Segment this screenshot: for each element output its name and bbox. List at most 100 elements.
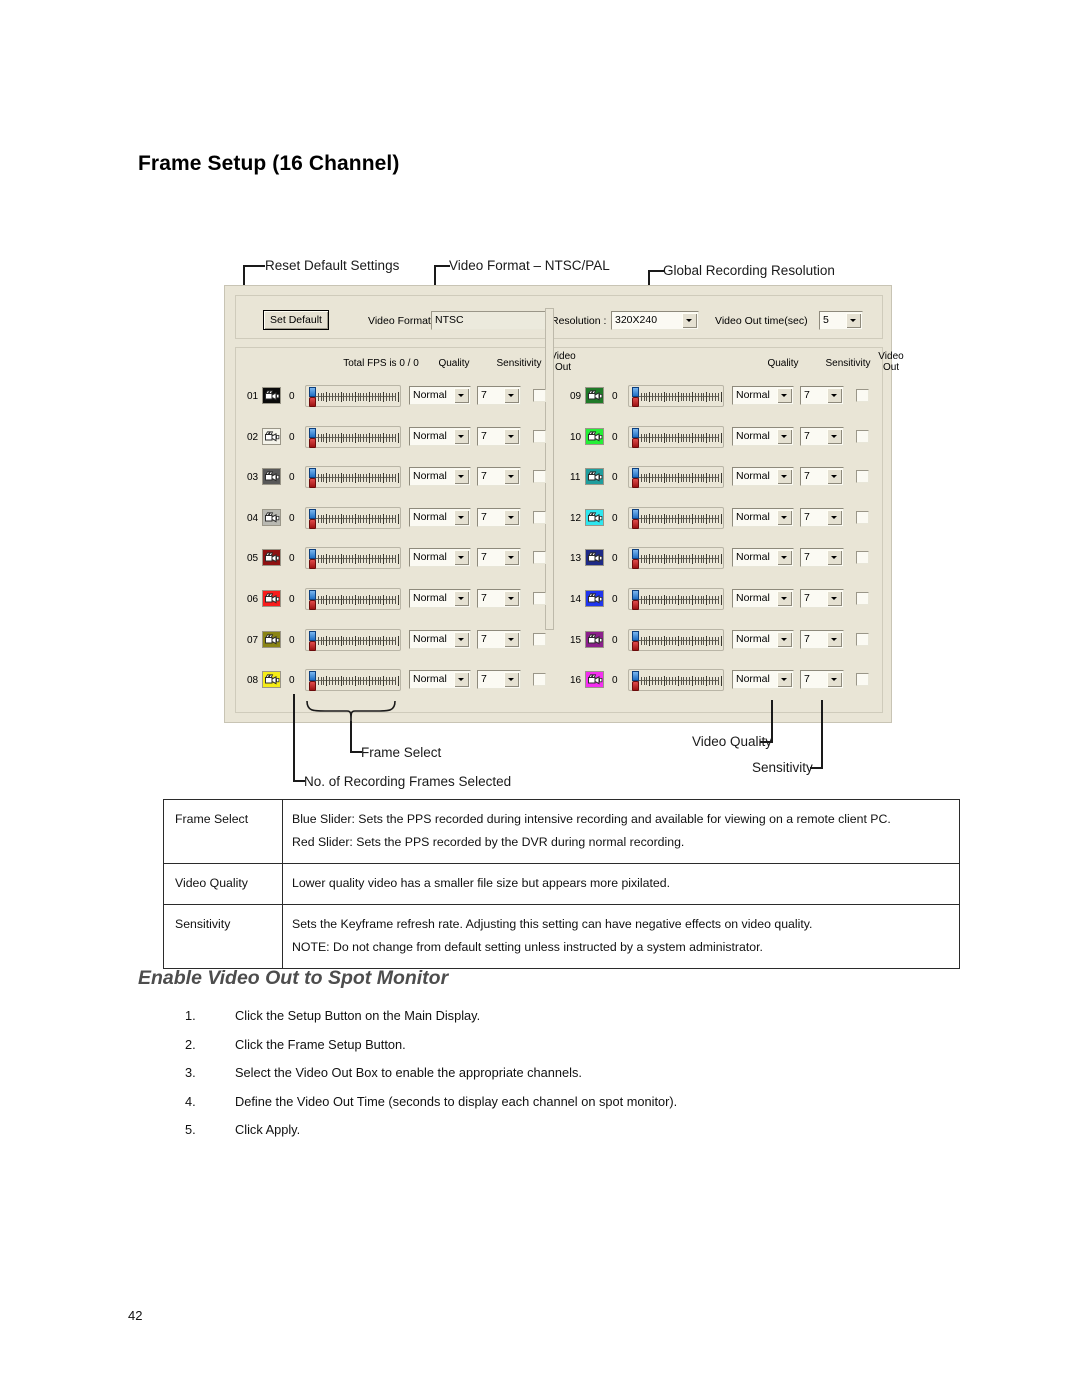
sensitivity-dropdown[interactable]: 7 bbox=[800, 426, 844, 446]
video-out-checkbox[interactable] bbox=[856, 592, 869, 605]
sensitivity-dropdown[interactable]: 7 bbox=[477, 548, 521, 568]
quality-dropdown[interactable]: Normal bbox=[409, 548, 471, 568]
quality-dropdown[interactable]: Normal bbox=[409, 629, 471, 649]
chevron-down-icon[interactable] bbox=[504, 550, 519, 566]
camera-icon[interactable] bbox=[585, 508, 604, 526]
quality-dropdown[interactable]: Normal bbox=[732, 426, 794, 446]
chevron-down-icon[interactable] bbox=[504, 672, 519, 688]
sensitivity-dropdown[interactable]: 7 bbox=[477, 629, 521, 649]
camera-icon[interactable] bbox=[262, 427, 281, 445]
slider-thumb-blue[interactable] bbox=[309, 549, 316, 560]
quality-dropdown[interactable]: Normal bbox=[732, 670, 794, 690]
slider-thumb-blue[interactable] bbox=[632, 427, 639, 438]
camera-icon[interactable] bbox=[262, 468, 281, 486]
video-out-checkbox[interactable] bbox=[533, 632, 546, 646]
camera-icon[interactable] bbox=[262, 508, 281, 526]
sensitivity-dropdown[interactable]: 7 bbox=[477, 386, 521, 405]
chevron-down-icon[interactable] bbox=[504, 469, 519, 485]
camera-icon[interactable] bbox=[585, 630, 604, 648]
chevron-down-icon[interactable] bbox=[504, 428, 519, 444]
slider-thumb-blue[interactable] bbox=[309, 427, 316, 438]
chevron-down-icon[interactable] bbox=[777, 469, 792, 485]
sensitivity-dropdown[interactable]: 7 bbox=[477, 426, 521, 446]
chevron-down-icon[interactable] bbox=[504, 631, 519, 647]
slider-thumb-blue[interactable] bbox=[309, 468, 316, 479]
frame-select-slider[interactable] bbox=[628, 669, 724, 692]
quality-dropdown[interactable]: Normal bbox=[409, 467, 471, 487]
video-out-checkbox[interactable] bbox=[856, 510, 869, 524]
frame-select-slider[interactable] bbox=[305, 669, 401, 692]
slider-thumb-blue[interactable] bbox=[309, 671, 316, 682]
chevron-down-icon[interactable] bbox=[777, 388, 792, 403]
frame-select-slider[interactable] bbox=[628, 506, 724, 529]
quality-dropdown[interactable]: Normal bbox=[409, 507, 471, 527]
sensitivity-dropdown[interactable]: 7 bbox=[800, 386, 844, 405]
video-out-checkbox[interactable] bbox=[533, 470, 546, 484]
chevron-down-icon[interactable] bbox=[777, 550, 792, 566]
camera-icon[interactable] bbox=[585, 387, 604, 404]
sensitivity-dropdown[interactable]: 7 bbox=[477, 507, 521, 527]
video-out-checkbox[interactable] bbox=[856, 470, 869, 484]
slider-thumb-red[interactable] bbox=[632, 559, 639, 570]
camera-icon[interactable] bbox=[262, 387, 281, 404]
slider-thumb-red[interactable] bbox=[309, 600, 316, 610]
slider-thumb-red[interactable] bbox=[309, 681, 316, 692]
frame-select-slider[interactable] bbox=[305, 628, 401, 651]
frame-select-slider[interactable] bbox=[305, 385, 401, 407]
slider-thumb-blue[interactable] bbox=[632, 468, 639, 479]
resolution-dropdown[interactable]: 320X240 bbox=[611, 311, 699, 330]
sensitivity-dropdown[interactable]: 7 bbox=[800, 670, 844, 690]
video-out-checkbox[interactable] bbox=[533, 673, 546, 687]
chevron-down-icon[interactable] bbox=[827, 428, 842, 444]
video-out-checkbox[interactable] bbox=[533, 429, 546, 443]
video-out-checkbox[interactable] bbox=[856, 429, 869, 443]
video-out-checkbox[interactable] bbox=[856, 551, 869, 565]
quality-dropdown[interactable]: Normal bbox=[409, 386, 471, 405]
chevron-down-icon[interactable] bbox=[827, 550, 842, 566]
slider-thumb-red[interactable] bbox=[632, 437, 639, 448]
camera-icon[interactable] bbox=[585, 427, 604, 445]
video-out-checkbox[interactable] bbox=[856, 389, 869, 402]
sensitivity-dropdown[interactable]: 7 bbox=[477, 589, 521, 608]
video-out-checkbox[interactable] bbox=[856, 632, 869, 646]
slider-thumb-blue[interactable] bbox=[309, 387, 316, 397]
chevron-down-icon[interactable] bbox=[827, 469, 842, 485]
chevron-down-icon[interactable] bbox=[504, 509, 519, 525]
chevron-down-icon[interactable] bbox=[454, 388, 469, 403]
chevron-down-icon[interactable] bbox=[504, 591, 519, 606]
slider-thumb-red[interactable] bbox=[632, 397, 639, 407]
chevron-down-icon[interactable] bbox=[777, 509, 792, 525]
sensitivity-dropdown[interactable]: 7 bbox=[800, 507, 844, 527]
slider-thumb-red[interactable] bbox=[309, 478, 316, 489]
chevron-down-icon[interactable] bbox=[827, 631, 842, 647]
quality-dropdown[interactable]: Normal bbox=[732, 386, 794, 405]
frame-select-slider[interactable] bbox=[305, 506, 401, 529]
slider-thumb-red[interactable] bbox=[632, 518, 639, 529]
quality-dropdown[interactable]: Normal bbox=[409, 589, 471, 608]
chevron-down-icon[interactable] bbox=[777, 672, 792, 688]
slider-thumb-blue[interactable] bbox=[632, 630, 639, 641]
frame-select-slider[interactable] bbox=[305, 547, 401, 570]
chevron-down-icon[interactable] bbox=[827, 672, 842, 688]
slider-thumb-blue[interactable] bbox=[632, 508, 639, 519]
frame-select-slider[interactable] bbox=[628, 466, 724, 489]
slider-thumb-red[interactable] bbox=[632, 681, 639, 692]
camera-icon[interactable] bbox=[262, 590, 281, 607]
camera-icon[interactable] bbox=[262, 549, 281, 567]
quality-dropdown[interactable]: Normal bbox=[732, 467, 794, 487]
slider-thumb-red[interactable] bbox=[632, 640, 639, 651]
slider-thumb-blue[interactable] bbox=[632, 549, 639, 560]
video-out-checkbox[interactable] bbox=[533, 551, 546, 565]
chevron-down-icon[interactable] bbox=[827, 591, 842, 606]
sensitivity-dropdown[interactable]: 7 bbox=[800, 629, 844, 649]
chevron-down-icon[interactable] bbox=[454, 428, 469, 444]
quality-dropdown[interactable]: Normal bbox=[732, 629, 794, 649]
slider-thumb-red[interactable] bbox=[309, 397, 316, 407]
slider-thumb-red[interactable] bbox=[309, 437, 316, 448]
chevron-down-icon[interactable] bbox=[454, 631, 469, 647]
quality-dropdown[interactable]: Normal bbox=[409, 426, 471, 446]
frame-select-slider[interactable] bbox=[305, 588, 401, 610]
sensitivity-dropdown[interactable]: 7 bbox=[800, 467, 844, 487]
frame-select-slider[interactable] bbox=[628, 385, 724, 407]
quality-dropdown[interactable]: Normal bbox=[732, 589, 794, 608]
